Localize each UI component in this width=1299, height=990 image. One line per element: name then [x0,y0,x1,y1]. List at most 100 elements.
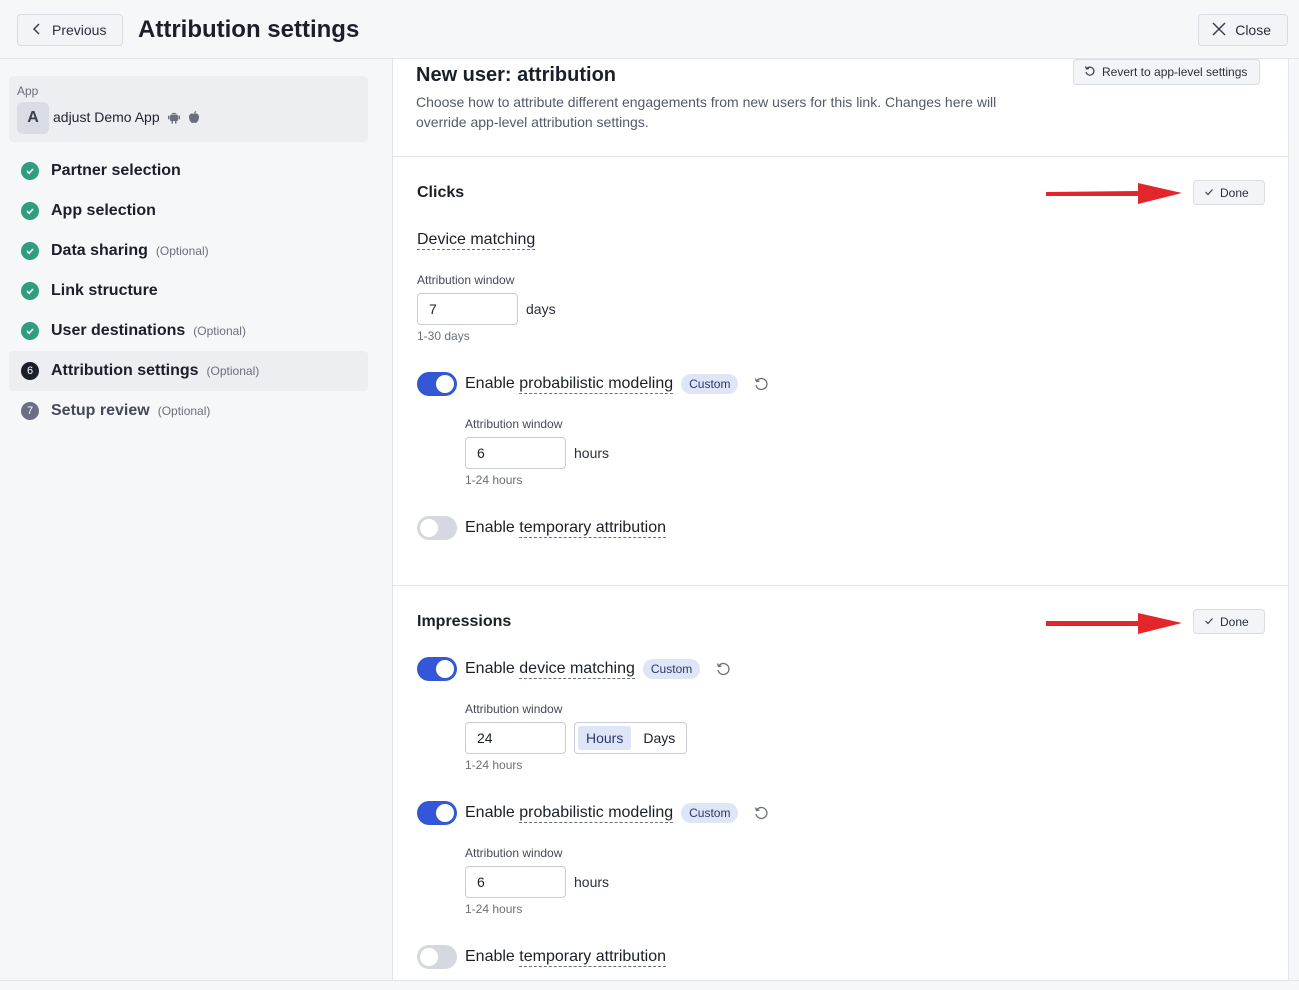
temporary-attribution-toggle[interactable] [417,516,457,540]
unit-segmented-control: Hours Days [574,722,688,754]
apple-icon [187,110,201,129]
page-title: Attribution settings [138,16,360,43]
temporary-attribution-toggle[interactable] [417,945,457,969]
reset-icon[interactable] [714,660,732,678]
temporary-attribution-link[interactable]: temporary attribution [519,948,666,967]
custom-badge: Custom [681,374,739,394]
close-label: Close [1235,22,1271,38]
step-label: Attribution settings [51,362,199,379]
device-matching-row: Enable device matching Custom [417,657,732,681]
revert-button[interactable]: Revert to app-level settings [1073,59,1261,85]
step-label: Data sharing [51,242,148,259]
attribution-window-label: Attribution window [465,702,563,716]
range-hint: 1-24 hours [465,758,523,772]
attribution-window-label: Attribution window [465,846,563,860]
close-button[interactable]: Close [1198,14,1288,46]
probabilistic-modeling-link[interactable]: probabilistic modeling [519,375,674,394]
unit-label: hours [574,445,610,461]
step-label: Setup review [51,402,150,419]
toggle-label: Enable device matching [465,660,635,679]
attribution-window-label: Attribution window [465,417,563,431]
platform-icons [167,110,201,129]
toggle-label: Enable temporary attribution [465,948,666,967]
unit-label: days [526,301,556,317]
reset-icon[interactable] [752,375,770,393]
unit-label: hours [574,874,610,890]
revert-icon [1084,65,1096,80]
step-number: 6 [21,362,39,380]
check-circle-icon [21,282,39,300]
step-data-sharing[interactable]: Data sharing (Optional) [9,231,368,271]
device-matching-window-input[interactable]: 24 [465,722,566,754]
step-link-structure[interactable]: Link structure [9,271,368,311]
chevron-left-icon [30,22,44,39]
divider [393,156,1288,157]
close-icon [1211,21,1227,40]
optional-tag: (Optional) [193,324,246,338]
device-matching-link[interactable]: device matching [519,660,635,679]
check-circle-icon [21,162,39,180]
step-attribution-settings[interactable]: 6 Attribution settings (Optional) [9,351,368,391]
unit-hours-option[interactable]: Hours [578,726,632,750]
clicks-done-button[interactable]: Done [1193,180,1265,205]
probabilistic-modeling-row: Enable probabilistic modeling Custom [417,372,770,396]
optional-tag: (Optional) [155,244,209,258]
reset-icon[interactable] [752,804,770,822]
app-label: App [17,84,39,98]
device-matching-link[interactable]: Device matching [417,231,536,250]
step-number: 7 [21,402,39,420]
custom-badge: Custom [681,803,739,823]
unit-days-option[interactable]: Days [635,726,683,750]
probabilistic-modeling-row: Enable probabilistic modeling Custom [417,801,770,825]
app-card: App A adjust Demo App [9,76,368,142]
temporary-attribution-link[interactable]: temporary attribution [519,519,666,538]
previous-label: Previous [52,22,107,38]
attribution-window-input[interactable]: 7 [417,293,518,325]
step-app-selection[interactable]: App selection [9,191,368,231]
android-icon [167,110,181,129]
impressions-done-button[interactable]: Done [1193,609,1265,634]
device-matching-toggle[interactable] [417,657,457,681]
attribution-window-label: Attribution window [417,273,515,287]
step-label: Partner selection [51,162,181,179]
step-user-destinations[interactable]: User destinations (Optional) [9,311,368,351]
probabilistic-modeling-toggle[interactable] [417,372,457,396]
clicks-title: Clicks [417,184,465,201]
temporary-attribution-row: Enable temporary attribution [417,945,666,969]
divider [393,585,1288,586]
main-panel[interactable]: New user: attribution Choose how to attr… [392,59,1289,980]
previous-button[interactable]: Previous [17,14,124,46]
section-title: New user: attribution [416,64,617,86]
check-circle-icon [21,242,39,260]
section-description: Choose how to attribute different engage… [416,94,997,130]
check-circle-icon [21,322,39,340]
optional-tag: (Optional) [157,404,211,418]
probabilistic-modeling-toggle[interactable] [417,801,457,825]
done-label: Done [1220,614,1249,629]
probabilistic-modeling-link[interactable]: probabilistic modeling [519,804,674,823]
step-label: User destinations [51,322,186,339]
custom-badge: Custom [642,659,701,679]
red-arrow-annotation [1046,183,1182,204]
toggle-label: Enable temporary attribution [465,519,666,538]
step-label: Link structure [51,282,158,299]
toggle-label: Enable probabilistic modeling [465,375,674,394]
device-matching-heading[interactable]: Device matching [417,231,536,250]
check-circle-icon [21,202,39,220]
impressions-title: Impressions [417,613,512,630]
probabilistic-window-input[interactable]: 6 [465,437,566,469]
toggle-label: Enable probabilistic modeling [465,804,674,823]
probabilistic-window-input[interactable]: 6 [465,866,566,898]
temporary-attribution-row: Enable temporary attribution [417,516,666,540]
step-partner-selection[interactable]: Partner selection [9,151,368,191]
range-hint: 1-24 hours [465,473,523,487]
done-label: Done [1220,185,1249,200]
range-hint: 1-30 days [417,329,470,343]
step-setup-review[interactable]: 7 Setup review (Optional) [9,391,368,431]
sidebar: App A adjust Demo App Partner selection … [0,59,392,980]
step-label: App selection [51,202,156,219]
app-avatar: A [17,102,49,134]
top-bar: Previous Attribution settings Close [0,0,1299,59]
step-list: Partner selection App selection Data sha… [9,151,368,431]
app-name: adjust Demo App [53,109,160,125]
